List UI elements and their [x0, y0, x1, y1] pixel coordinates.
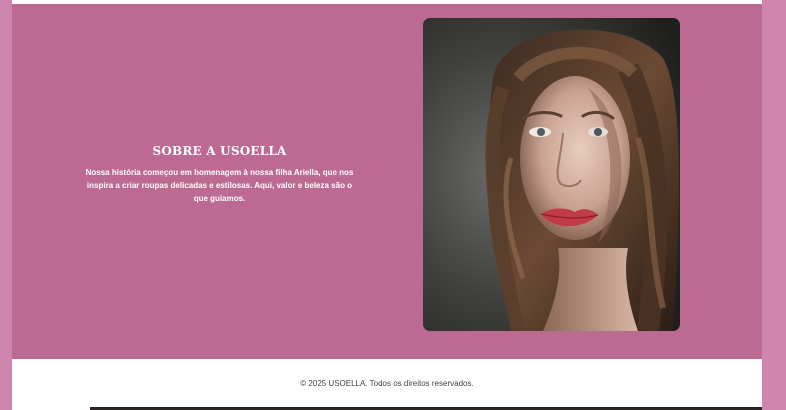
about-photo [423, 18, 680, 331]
about-title: SOBRE A USOELLA [152, 144, 287, 158]
portrait-image [423, 18, 680, 331]
about-text-block: SOBRE A USOELLA Nossa história começou e… [82, 144, 357, 205]
footer-copyright: © 2025 USOELLA. Todos os direitos reserv… [300, 379, 474, 388]
about-description: Nossa história começou em homenagem à no… [85, 168, 354, 203]
footer: © 2025 USOELLA. Todos os direitos reserv… [12, 359, 762, 408]
